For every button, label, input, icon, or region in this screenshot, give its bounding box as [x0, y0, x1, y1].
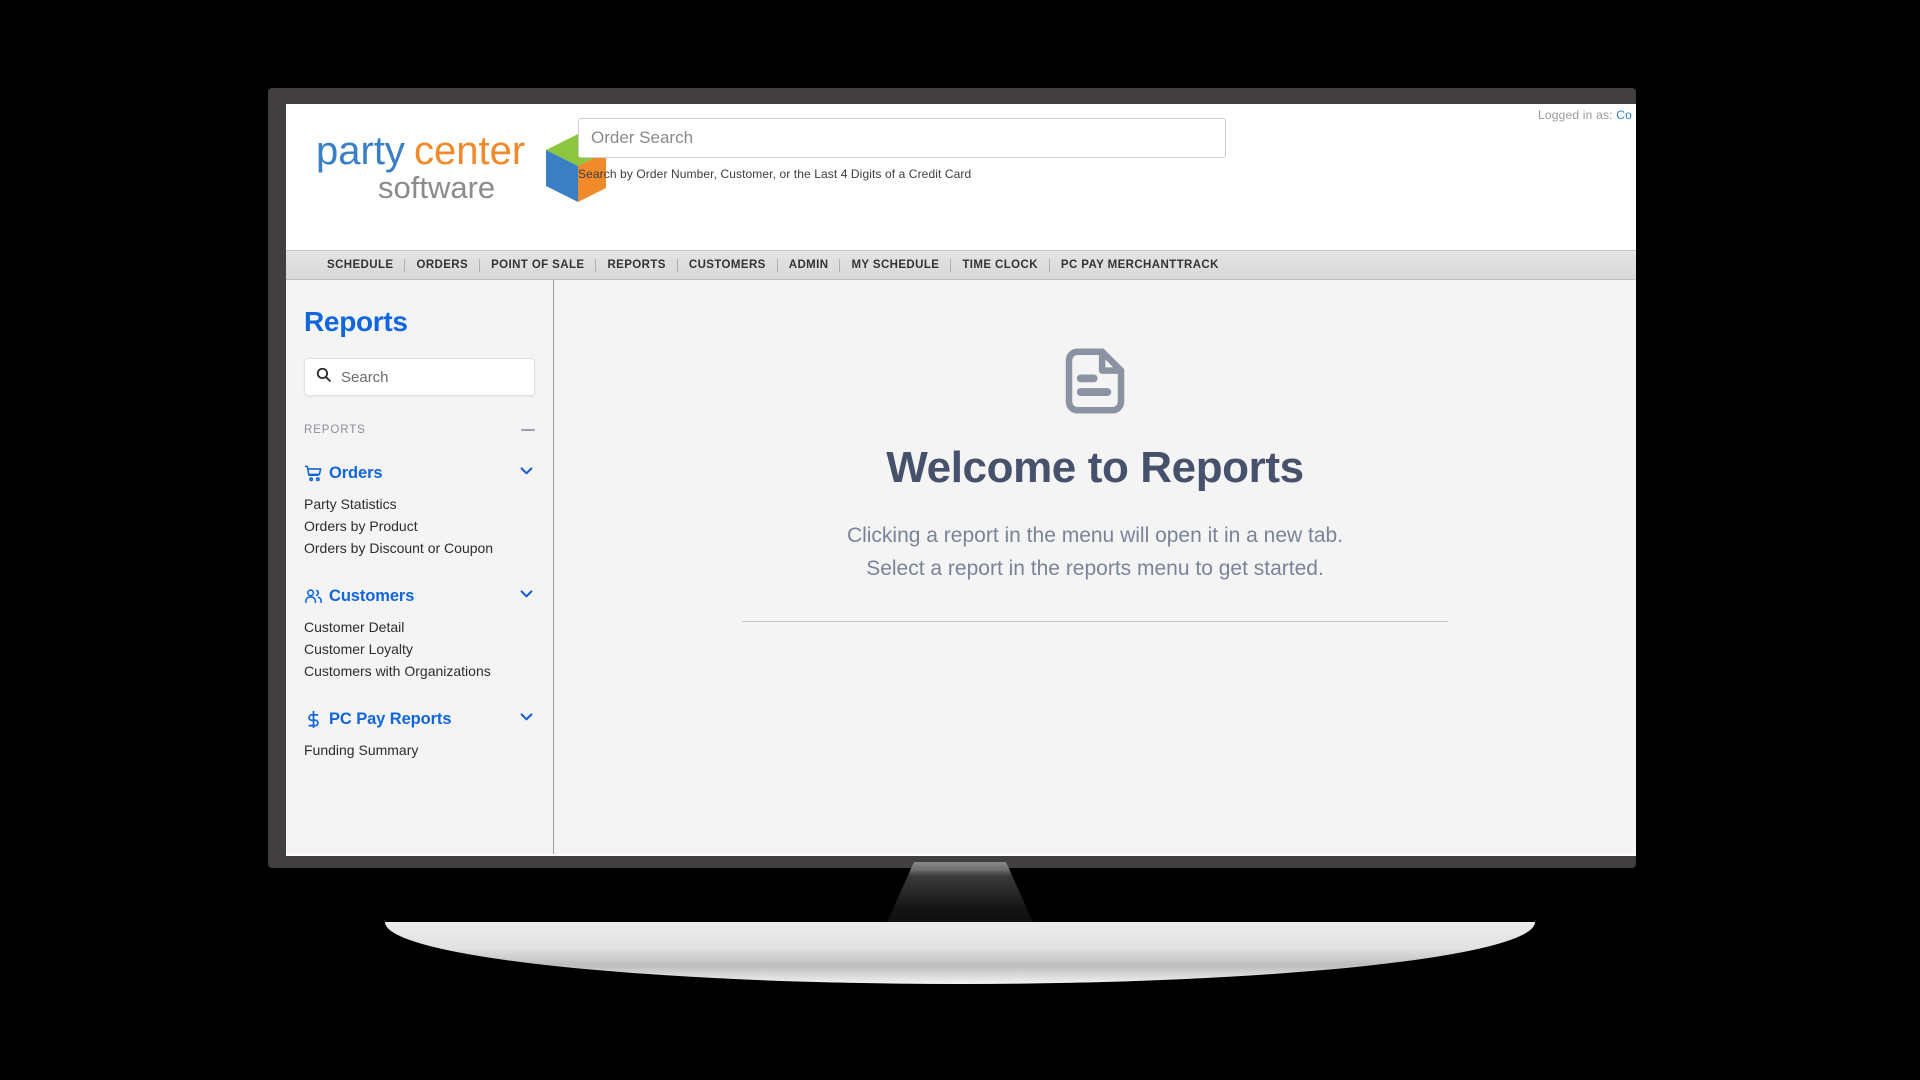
search-icon: [315, 366, 332, 388]
screen-viewport: Logged in as: Co party center software S…: [286, 104, 1636, 856]
sidebar-section-customers: Customers Customer Detail Customer Loyal…: [304, 585, 535, 682]
welcome-line-1: Clicking a report in the menu will open …: [846, 524, 1344, 547]
sidebar-section-customers-label: Customers: [329, 586, 415, 605]
sidebar-section-orders-label: Orders: [329, 463, 383, 482]
sidebar-section-pc-pay-reports: PC Pay Reports Funding Summary: [304, 708, 535, 761]
nav-item-my-schedule[interactable]: MY SCHEDULE: [840, 259, 950, 271]
sidebar-section-orders: Orders Party Statistics Orders by Produc…: [304, 462, 535, 559]
sidebar-title: Reports: [304, 306, 408, 337]
screenshot-scene: Logged in as: Co party center software S…: [0, 0, 1920, 1080]
monitor-stand-base: [385, 922, 1535, 984]
main-navigation: SCHEDULE ORDERS POINT OF SALE REPORTS CU…: [286, 250, 1636, 280]
app-header: Logged in as: Co party center software S…: [286, 104, 1636, 250]
sidebar-link-party-statistics[interactable]: Party Statistics: [304, 493, 535, 515]
sidebar-section-pc-pay-reports-label: PC Pay Reports: [329, 709, 452, 728]
nav-item-orders[interactable]: ORDERS: [405, 259, 479, 271]
sidebar-section-pc-pay-reports-links: Funding Summary: [304, 739, 535, 761]
sidebar-group-label: REPORTS: [304, 424, 366, 436]
sidebar-section-customers-links: Customer Detail Customer Loyalty Custome…: [304, 616, 535, 682]
page-title: Welcome to Reports: [886, 443, 1304, 492]
reports-welcome-panel: Welcome to Reports Clicking a report in …: [554, 280, 1636, 854]
document-report-icon: [1056, 342, 1134, 425]
welcome-line-2: Select a report in the reports menu to g…: [866, 557, 1324, 580]
nav-item-pc-pay-merchanttrack[interactable]: PC PAY MERCHANTTRACK: [1050, 259, 1230, 271]
sidebar-section-orders-links: Party Statistics Orders by Product Order…: [304, 493, 535, 559]
sidebar-link-customer-loyalty[interactable]: Customer Loyalty: [304, 638, 535, 660]
nav-item-customers[interactable]: CUSTOMERS: [678, 259, 777, 271]
order-search-container: Search by Order Number, Customer, or the…: [578, 118, 1226, 181]
svg-text:center: center: [414, 129, 525, 173]
shopping-cart-icon: [304, 464, 326, 483]
logged-in-username[interactable]: Co: [1616, 108, 1632, 122]
nav-item-reports[interactable]: REPORTS: [596, 259, 676, 271]
logged-in-label: Logged in as:: [1538, 108, 1613, 122]
sidebar-link-customer-detail[interactable]: Customer Detail: [304, 616, 535, 638]
sidebar-search-container[interactable]: [304, 358, 540, 396]
sidebar-group-reports[interactable]: REPORTS: [304, 424, 535, 436]
chevron-down-icon[interactable]: [518, 708, 535, 730]
chevron-down-icon[interactable]: [518, 585, 535, 607]
dollar-sign-icon: [304, 710, 326, 729]
content-area: Reports REPORTS: [286, 280, 1636, 854]
sidebar-section-customers-header[interactable]: Customers: [304, 585, 535, 607]
nav-item-admin[interactable]: ADMIN: [778, 259, 840, 271]
nav-item-time-clock[interactable]: TIME CLOCK: [951, 259, 1049, 271]
sidebar-link-orders-by-discount-or-coupon[interactable]: Orders by Discount or Coupon: [304, 537, 535, 559]
order-search-input[interactable]: [578, 118, 1226, 158]
minus-icon[interactable]: [521, 429, 535, 431]
sidebar-link-orders-by-product[interactable]: Orders by Product: [304, 515, 535, 537]
svg-text:party: party: [316, 129, 405, 173]
users-icon: [304, 587, 326, 606]
reports-sidebar: Reports REPORTS: [286, 280, 554, 854]
logged-in-status: Logged in as: Co: [1538, 108, 1636, 122]
sidebar-section-pc-pay-reports-header[interactable]: PC Pay Reports: [304, 708, 535, 730]
svg-text:software: software: [378, 170, 495, 205]
nav-item-point-of-sale[interactable]: POINT OF SALE: [480, 259, 595, 271]
chevron-down-icon[interactable]: [518, 462, 535, 484]
partycenter-logo[interactable]: party center software: [316, 120, 610, 206]
nav-item-schedule[interactable]: SCHEDULE: [316, 259, 404, 271]
sidebar-link-funding-summary[interactable]: Funding Summary: [304, 739, 535, 761]
sidebar-section-orders-header[interactable]: Orders: [304, 462, 535, 484]
sidebar-search-input[interactable]: [332, 359, 540, 395]
order-search-hint: Search by Order Number, Customer, or the…: [578, 167, 972, 181]
sidebar-link-customers-with-organizations[interactable]: Customers with Organizations: [304, 660, 535, 682]
divider: [742, 621, 1448, 622]
